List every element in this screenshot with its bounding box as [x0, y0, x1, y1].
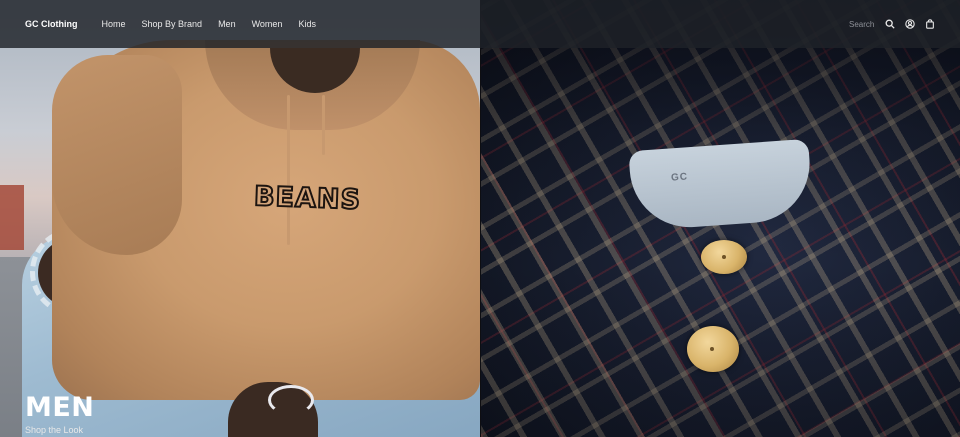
nav-link-men[interactable]: Men	[218, 19, 236, 29]
nav-link-kids[interactable]: Kids	[298, 19, 316, 29]
brand-logo[interactable]: GC Clothing	[25, 19, 78, 29]
drawstring-image	[287, 95, 290, 245]
top-navbar: GC Clothing Home Shop By Brand Men Women…	[0, 0, 960, 48]
collar-label-text: GC	[670, 171, 689, 184]
nav-links: Home Shop By Brand Men Women Kids	[102, 19, 332, 29]
shirt-category-panel[interactable]: GC	[480, 0, 960, 437]
search-icon[interactable]	[885, 19, 895, 29]
nav-link-women[interactable]: Women	[252, 19, 283, 29]
bracelet-image	[268, 385, 314, 415]
building-image	[0, 185, 24, 250]
bag-icon[interactable]	[925, 19, 935, 29]
hero-section: BEANS MEN Shop the Look GC	[0, 0, 960, 437]
user-icon[interactable]	[905, 19, 915, 29]
men-category-panel[interactable]: BEANS MEN Shop the Look	[0, 0, 480, 437]
hoodie-graphic-text: BEANS	[252, 180, 362, 217]
caption-title[interactable]: MEN	[25, 392, 94, 423]
panel-caption: MEN Shop the Look	[25, 392, 94, 435]
search-input[interactable]	[849, 19, 875, 29]
nav-link-shop-by-brand[interactable]: Shop By Brand	[142, 19, 203, 29]
nav-link-home[interactable]: Home	[102, 19, 126, 29]
nav-actions	[849, 19, 935, 29]
drawstring-image	[322, 95, 325, 155]
shirt-button-image	[701, 240, 747, 274]
caption-subtitle[interactable]: Shop the Look	[25, 425, 94, 435]
shirt-button-image	[687, 326, 739, 372]
hoodie-sleeve-image	[52, 55, 182, 255]
